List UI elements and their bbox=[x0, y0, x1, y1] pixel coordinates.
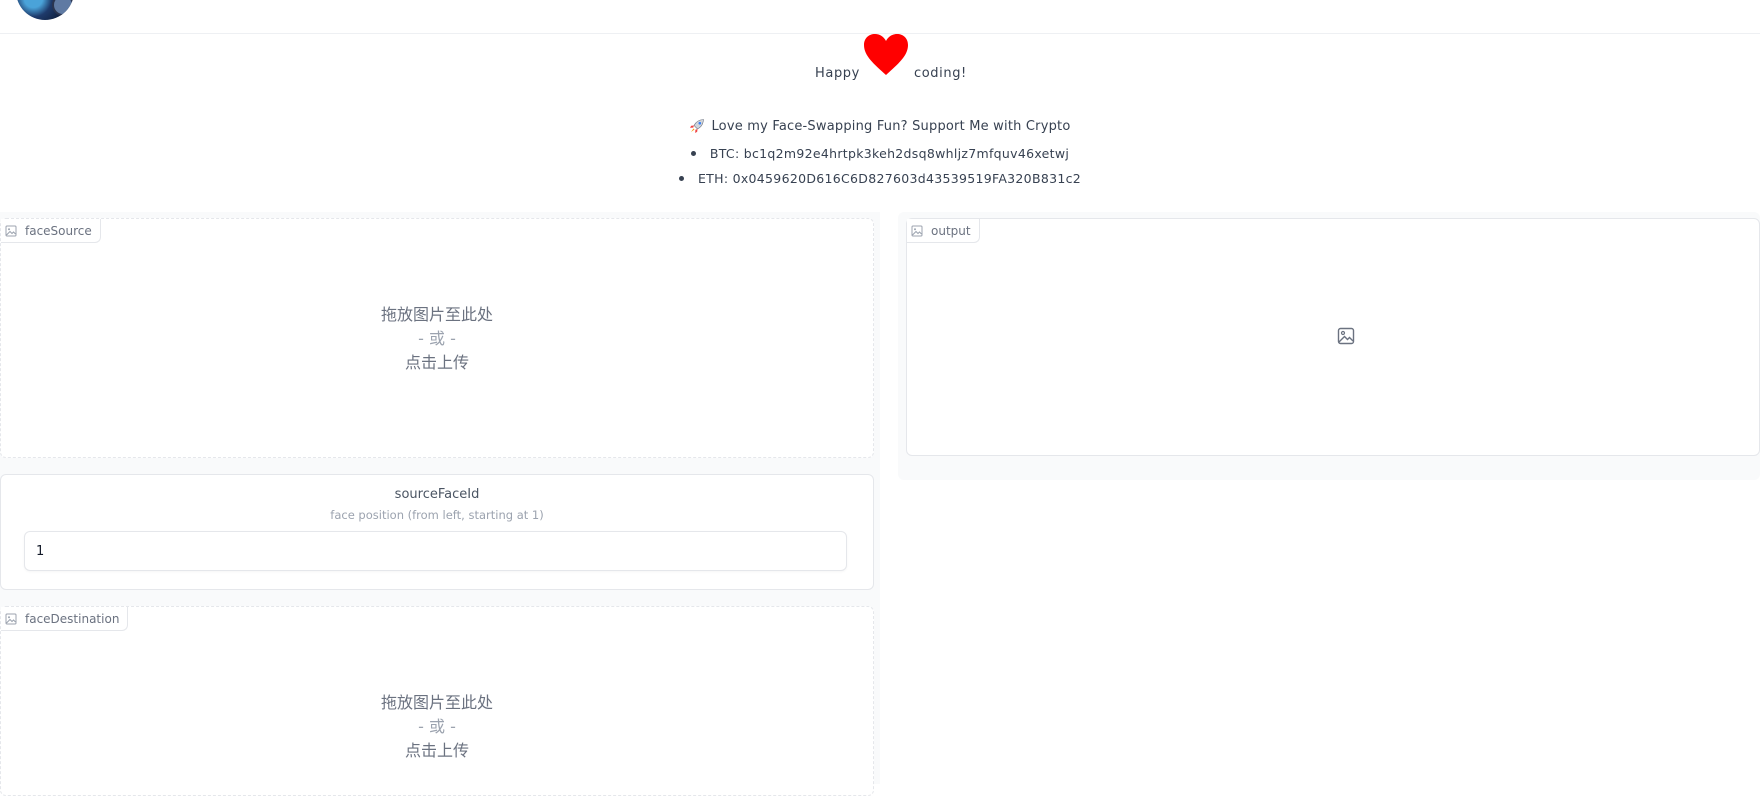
coding-text: coding! bbox=[914, 66, 967, 81]
happy-coding-line: Happy coding! bbox=[0, 34, 1760, 94]
drop-line-2: 点击上传 bbox=[404, 741, 469, 760]
source-face-id-input[interactable] bbox=[24, 531, 847, 571]
crypto-title: Love my Face-Swapping Fun? Support Me wi… bbox=[0, 118, 1760, 134]
heart-icon bbox=[864, 34, 908, 75]
drop-or: - 或 - bbox=[418, 329, 456, 348]
eth-address: ETH: 0x0459620D616C6D827603d43539519FA32… bbox=[697, 171, 1081, 186]
crypto-title-text: Love my Face-Swapping Fun? Support Me wi… bbox=[711, 118, 1071, 134]
avatar[interactable] bbox=[16, 0, 74, 20]
drop-line-2: 点击上传 bbox=[404, 353, 469, 372]
source-face-id-info: face position (from left, starting at 1) bbox=[330, 508, 544, 522]
image-icon bbox=[1337, 327, 1355, 345]
bullet bbox=[678, 176, 684, 181]
face-destination-label: faceDestination bbox=[1, 607, 129, 631]
btc-address-item: BTC: bc1q2m92e4hrtpk3keh2dsq8whljz7mfquv… bbox=[0, 146, 1760, 161]
top-bar bbox=[0, 0, 1760, 34]
description-header: Happy coding! Love my Face-Swapping Fun?… bbox=[0, 34, 1760, 209]
drop-hint: 拖放图片至此处 - 或 - 点击上传 bbox=[1, 303, 873, 375]
drop-line-1: 拖放图片至此处 bbox=[380, 305, 493, 324]
face-destination-dropzone[interactable]: faceDestination 拖放图片至此处 - 或 - 点击上传 bbox=[0, 606, 874, 796]
face-source-label: faceSource bbox=[1, 219, 101, 243]
rocket-icon bbox=[690, 119, 705, 133]
source-face-id-label: sourceFaceId bbox=[394, 487, 480, 502]
btc-address: BTC: bc1q2m92e4hrtpk3keh2dsq8whljz7mfquv… bbox=[709, 146, 1070, 161]
image-icon bbox=[911, 225, 923, 236]
output-label-text: output bbox=[931, 223, 971, 238]
drop-or: - 或 - bbox=[418, 717, 456, 736]
drop-hint: 拖放图片至此处 - 或 - 点击上传 bbox=[1, 691, 873, 763]
image-icon bbox=[5, 613, 17, 624]
output-label: output bbox=[907, 219, 980, 243]
source-face-id-block: sourceFaceId face position (from left, s… bbox=[0, 474, 874, 590]
face-source-label-text: faceSource bbox=[25, 223, 92, 238]
happy-text: Happy bbox=[815, 66, 860, 81]
output-image-box: output bbox=[906, 218, 1760, 456]
eth-address-item: ETH: 0x0459620D616C6D827603d43539519FA32… bbox=[0, 171, 1760, 186]
face-destination-label-text: faceDestination bbox=[25, 611, 120, 626]
bullet bbox=[690, 151, 696, 156]
avatar-detail bbox=[52, 0, 74, 16]
drop-line-1: 拖放图片至此处 bbox=[380, 693, 493, 712]
image-icon bbox=[5, 225, 17, 236]
face-source-dropzone[interactable]: faceSource 拖放图片至此处 - 或 - 点击上传 bbox=[0, 218, 874, 458]
